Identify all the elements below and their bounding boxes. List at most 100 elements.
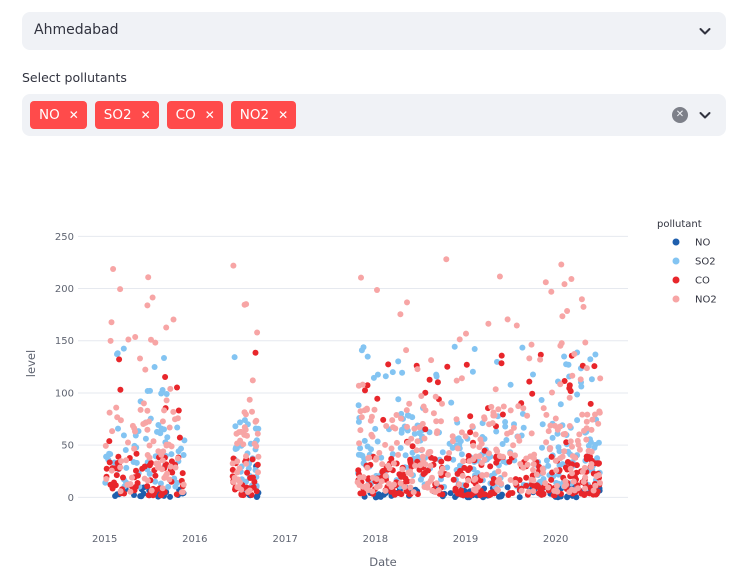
data-point-no2 (569, 470, 575, 477)
data-point-no2 (433, 418, 440, 425)
data-point-no2 (411, 425, 418, 432)
data-point-so2 (402, 452, 409, 459)
data-point-so2 (106, 450, 113, 457)
data-point-no2 (117, 488, 124, 495)
data-point-so2 (178, 445, 184, 452)
data-point-no2 (433, 480, 440, 487)
data-point-so2 (519, 344, 526, 351)
data-point-no2 (408, 435, 415, 442)
data-point-so2 (172, 483, 179, 490)
data-point-no2 (425, 450, 432, 457)
data-point-so2 (539, 421, 546, 428)
data-point-co (251, 478, 258, 485)
data-point-no2 (596, 409, 603, 416)
data-point-no2 (470, 486, 477, 493)
data-point-no2 (590, 487, 597, 494)
data-point-so2 (502, 423, 509, 430)
data-point-no2 (368, 413, 375, 420)
x-tick-label: 2019 (453, 534, 478, 545)
data-point-no2 (557, 381, 564, 388)
data-point-co (385, 361, 392, 368)
data-point-no2 (561, 281, 568, 288)
legend-marker (672, 295, 680, 303)
data-point-co (374, 395, 381, 402)
data-point-co (252, 349, 259, 356)
data-point-so2 (120, 345, 127, 352)
data-point-no2 (430, 410, 437, 417)
data-point-co (174, 384, 180, 391)
data-point-no2 (416, 424, 423, 431)
data-point-no2 (515, 403, 522, 410)
data-point-co (509, 490, 516, 496)
data-point-so2 (161, 355, 167, 361)
data-point-no2 (178, 489, 185, 496)
data-point-no2 (495, 487, 501, 494)
data-point-no2 (567, 438, 574, 445)
data-point-no2 (241, 424, 248, 431)
data-point-no2 (386, 480, 392, 487)
data-point-co (179, 470, 186, 477)
y-tick-label: 0 (68, 493, 74, 504)
data-point-co (454, 470, 461, 477)
data-point-no2 (103, 476, 110, 482)
data-point-no2 (491, 412, 498, 419)
data-point-co (111, 479, 117, 486)
data-point-so2 (594, 455, 601, 462)
data-point-so2 (237, 419, 243, 426)
data-point-no2 (382, 487, 389, 494)
data-point-no2 (137, 406, 144, 413)
data-point-no2 (434, 428, 441, 435)
data-point-no2 (358, 274, 364, 281)
x-tick-label: 2015 (92, 534, 117, 545)
data-point-no2 (407, 484, 414, 491)
data-point-no2 (554, 488, 561, 495)
legend-marker (672, 238, 680, 246)
data-point-so2 (588, 376, 595, 383)
data-point-no2 (159, 485, 166, 492)
data-point-no2 (118, 458, 125, 465)
data-point-so2 (151, 364, 158, 370)
data-point-so2 (538, 397, 545, 403)
data-point-co (493, 459, 500, 466)
data-point-no2 (566, 394, 573, 401)
data-point-co (487, 491, 494, 497)
data-point-co (113, 472, 120, 479)
data-point-no2 (407, 468, 414, 475)
data-point-so2 (530, 371, 536, 378)
data-point-no2 (244, 432, 250, 439)
data-point-no2 (429, 474, 435, 481)
data-point-no2 (249, 377, 256, 384)
data-point-so2 (417, 476, 424, 483)
data-point-no2 (485, 320, 492, 327)
data-point-no2 (477, 436, 484, 443)
data-point-no2 (580, 478, 587, 485)
data-point-no2 (406, 400, 413, 407)
data-point-no2 (510, 442, 517, 449)
data-point-no2 (389, 417, 396, 424)
y-tick-label: 150 (55, 336, 74, 347)
data-point-no2 (472, 453, 479, 460)
data-point-so2 (549, 434, 556, 441)
data-point-so2 (364, 353, 371, 360)
data-point-no2 (539, 465, 546, 472)
data-point-no2 (391, 481, 397, 488)
data-point-no2 (421, 484, 428, 490)
data-point-no2 (255, 469, 261, 476)
data-point-no2 (597, 479, 603, 486)
data-point-so2 (389, 369, 396, 376)
data-point-co (116, 356, 123, 363)
data-point-co (596, 460, 602, 467)
data-point-no2 (357, 427, 364, 434)
data-point-no2 (166, 424, 173, 431)
data-point-so2 (543, 457, 550, 464)
data-point-no2 (463, 330, 469, 337)
data-point-no2 (570, 478, 577, 485)
data-point-so2 (168, 451, 175, 458)
data-point-co (587, 400, 594, 407)
data-point-no2 (530, 488, 537, 495)
data-point-co (144, 483, 151, 490)
data-point-so2 (574, 391, 581, 398)
data-point-co (176, 434, 183, 441)
data-point-no2 (548, 288, 555, 295)
data-point-no2 (530, 466, 536, 473)
